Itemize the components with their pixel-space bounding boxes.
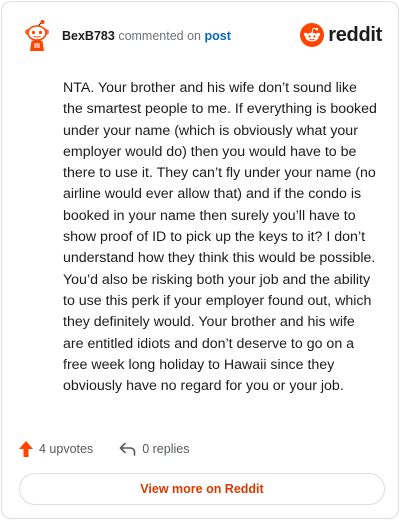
comment-body: NTA. Your brother and his wife don’t sou… (63, 80, 377, 395)
reply-arrow-icon (119, 442, 136, 456)
comment-footer: 4 upvotes 0 replies (19, 439, 189, 459)
reply-stat[interactable]: 0 replies (119, 442, 189, 456)
post-link[interactable]: post (204, 29, 230, 43)
username-link[interactable]: BexB783 (62, 29, 115, 43)
action-text: commented on (118, 29, 201, 43)
reply-count: 0 replies (142, 442, 190, 456)
brand-wordmark: reddit (328, 24, 382, 46)
upvote-stat[interactable]: 4 upvotes (19, 441, 93, 457)
reddit-brand[interactable]: reddit (300, 23, 382, 47)
comment-meta: BexB783 commented on post (62, 29, 231, 43)
snoo-avatar-icon[interactable] (21, 19, 53, 51)
embedded-comment-card: BexB783 commented on post reddit NTA. Yo… (1, 1, 399, 519)
upvote-count: 4 upvotes (39, 442, 94, 456)
reddit-logo-icon (300, 23, 325, 47)
view-more-button[interactable]: View more on Reddit (19, 473, 385, 505)
comment-header: BexB783 commented on post reddit (21, 19, 382, 51)
upvote-arrow-icon (19, 441, 33, 457)
